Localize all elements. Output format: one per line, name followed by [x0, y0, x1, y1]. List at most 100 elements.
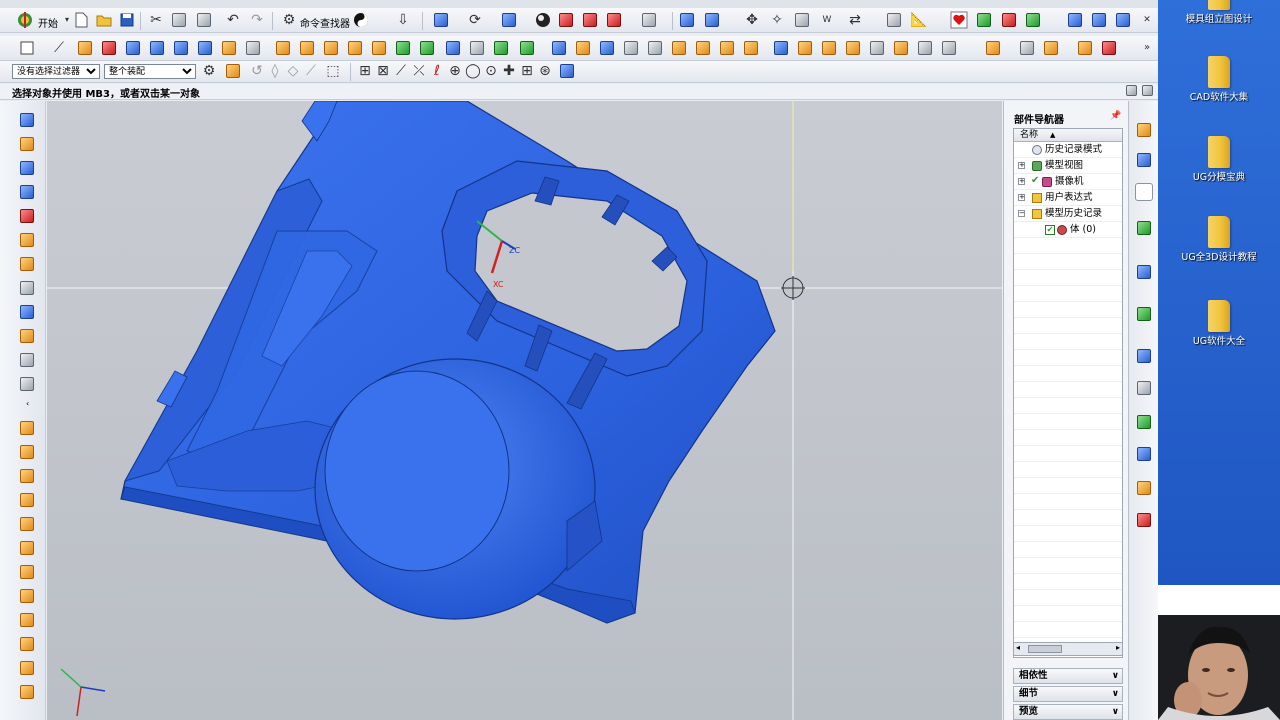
mold-tools-icon[interactable]: [18, 255, 36, 273]
orient-cube-icon[interactable]: [500, 11, 518, 29]
sphere-icon[interactable]: [244, 39, 262, 57]
select-feature-icon[interactable]: ◊: [266, 62, 284, 80]
ejector-icon[interactable]: [18, 351, 36, 369]
mold-part-model[interactable]: [120, 101, 776, 624]
pattern-icon[interactable]: [492, 39, 510, 57]
assembly-tool-3-icon[interactable]: [1042, 39, 1060, 57]
new-file-icon[interactable]: [72, 11, 90, 29]
scrollbar-thumb[interactable]: [1028, 645, 1062, 653]
slider-icon[interactable]: [18, 375, 36, 393]
bom-icon[interactable]: [18, 587, 36, 605]
chevron-down-icon[interactable]: ∨: [1112, 687, 1119, 701]
expand-icon[interactable]: +: [1018, 194, 1025, 201]
mold-tool-4-icon[interactable]: [844, 39, 862, 57]
workpiece-icon[interactable]: [18, 207, 36, 225]
snap-center-icon[interactable]: ⊕: [446, 62, 464, 80]
desktop-shortcut-ug-parting[interactable]: UG分模宝典: [1158, 136, 1280, 184]
deselect-icon[interactable]: ↺: [248, 62, 266, 80]
render-red-cube-icon[interactable]: [557, 11, 575, 29]
copy-icon[interactable]: [170, 11, 188, 29]
process-studio-tab-icon[interactable]: [1135, 379, 1153, 397]
snap-line-icon[interactable]: ⟋: [392, 62, 410, 80]
menu-bar[interactable]: [0, 0, 1158, 8]
shell-icon[interactable]: [444, 39, 462, 57]
sort-ascending-icon[interactable]: ▲: [1050, 129, 1055, 141]
dependencies-panel[interactable]: 相依性 ∨: [1013, 668, 1123, 684]
type-filter-dropdown[interactable]: 没有选择过滤器: [12, 64, 100, 79]
assembly-navigator-tab-icon[interactable]: [1135, 121, 1153, 139]
window-maximize-icon[interactable]: [1140, 83, 1154, 97]
runner-icon[interactable]: [18, 467, 36, 485]
intersect-icon[interactable]: [322, 39, 340, 57]
snap-curve-icon[interactable]: ℓ: [428, 62, 446, 80]
system-scenes-tab-icon[interactable]: [1135, 511, 1153, 529]
navigator-tree[interactable]: 名称 ▲ 历史记录模式 + 模型视图 + ✔ 摄像机 + 用户表达式 − 模型历…: [1013, 128, 1123, 658]
wcs-icon[interactable]: [703, 11, 721, 29]
rectangle-select-icon[interactable]: ⬚: [324, 62, 342, 80]
paste-icon[interactable]: [195, 11, 213, 29]
hole-table-icon[interactable]: [18, 635, 36, 653]
gate-icon[interactable]: [18, 443, 36, 461]
mirror-icon[interactable]: [518, 39, 536, 57]
mold-wizard-icon[interactable]: [18, 111, 36, 129]
snap-point-icon[interactable]: ✚: [500, 62, 518, 80]
scale-icon[interactable]: ✧: [768, 11, 786, 29]
cut-icon[interactable]: ✂: [147, 11, 165, 29]
tree-row-cameras[interactable]: + ✔ 摄像机: [1014, 174, 1122, 190]
assembly-tool-4-icon[interactable]: [1076, 39, 1094, 57]
trim-sheet-icon[interactable]: [622, 39, 640, 57]
palette-tab-icon[interactable]: [1135, 479, 1153, 497]
graphics-viewport[interactable]: ZC XC: [47, 101, 1002, 720]
chevron-down-icon[interactable]: ∨: [1112, 669, 1119, 683]
close-window-icon[interactable]: ✕: [1138, 11, 1156, 29]
block-icon[interactable]: [172, 39, 190, 57]
fit-view-icon[interactable]: [432, 11, 450, 29]
mold-tool-5-icon[interactable]: [868, 39, 886, 57]
mold-init-icon[interactable]: [18, 135, 36, 153]
redo-icon[interactable]: ↷: [248, 11, 266, 29]
cone-icon[interactable]: [220, 39, 238, 57]
scroll-left-icon[interactable]: ◂: [1016, 643, 1020, 652]
chamfer-icon[interactable]: [418, 39, 436, 57]
pocket-icon[interactable]: [18, 563, 36, 581]
command-finder-button[interactable]: 命令查找器: [300, 15, 350, 30]
cavity-layout-icon[interactable]: [18, 231, 36, 249]
sew-icon[interactable]: [598, 39, 616, 57]
history-tab-icon[interactable]: [1135, 347, 1153, 365]
tool-bar-2-icon[interactable]: [1090, 11, 1108, 29]
part-navigator-tab-icon[interactable]: [1135, 183, 1153, 201]
move-object-icon[interactable]: ⇄: [846, 11, 864, 29]
select-edge-icon[interactable]: ⟋: [302, 62, 320, 80]
bounded-plane-icon[interactable]: [670, 39, 688, 57]
open-folder-icon[interactable]: [95, 11, 113, 29]
patch-icon[interactable]: [694, 39, 712, 57]
desktop-shortcut-mold-assembly[interactable]: 模具组立图设计: [1158, 0, 1280, 26]
electrode-icon[interactable]: [18, 515, 36, 533]
shaded-mode-icon[interactable]: [534, 11, 552, 29]
reuse-library-tab-icon[interactable]: [1135, 219, 1153, 237]
expand-icon[interactable]: +: [1018, 162, 1025, 169]
snap-plus-icon[interactable]: ⊞: [518, 62, 536, 80]
desktop-shortcut-ug-software[interactable]: UG软件大全: [1158, 300, 1280, 348]
nx-logo-icon[interactable]: [16, 11, 34, 29]
left-toolbar-expand-icon[interactable]: ‹: [26, 399, 34, 408]
extrude-icon[interactable]: [76, 39, 94, 57]
hole-icon[interactable]: [124, 39, 142, 57]
drawing-icon[interactable]: [18, 611, 36, 629]
render-red-cube-2-icon[interactable]: [581, 11, 599, 29]
desktop-shortcut-cad-software[interactable]: CAD软件大集: [1158, 56, 1280, 104]
cooling-icon[interactable]: [18, 491, 36, 509]
unite-icon[interactable]: [274, 39, 292, 57]
edge-blend-icon[interactable]: [394, 39, 412, 57]
heart-icon[interactable]: [950, 11, 968, 29]
window-restore-icon[interactable]: [1124, 83, 1138, 97]
revolve-icon[interactable]: [100, 39, 118, 57]
snap-tangent-icon[interactable]: ⊛: [536, 62, 554, 80]
assembly-tool-5-icon[interactable]: [1100, 39, 1118, 57]
tool-bar-3-icon[interactable]: [1114, 11, 1132, 29]
layer-icon[interactable]: [640, 11, 658, 29]
check-green-icon[interactable]: [1024, 11, 1042, 29]
filter-settings-icon[interactable]: ⚙: [200, 62, 218, 80]
chevron-down-icon[interactable]: ∨: [1112, 705, 1119, 719]
view-manager-icon[interactable]: [18, 659, 36, 677]
